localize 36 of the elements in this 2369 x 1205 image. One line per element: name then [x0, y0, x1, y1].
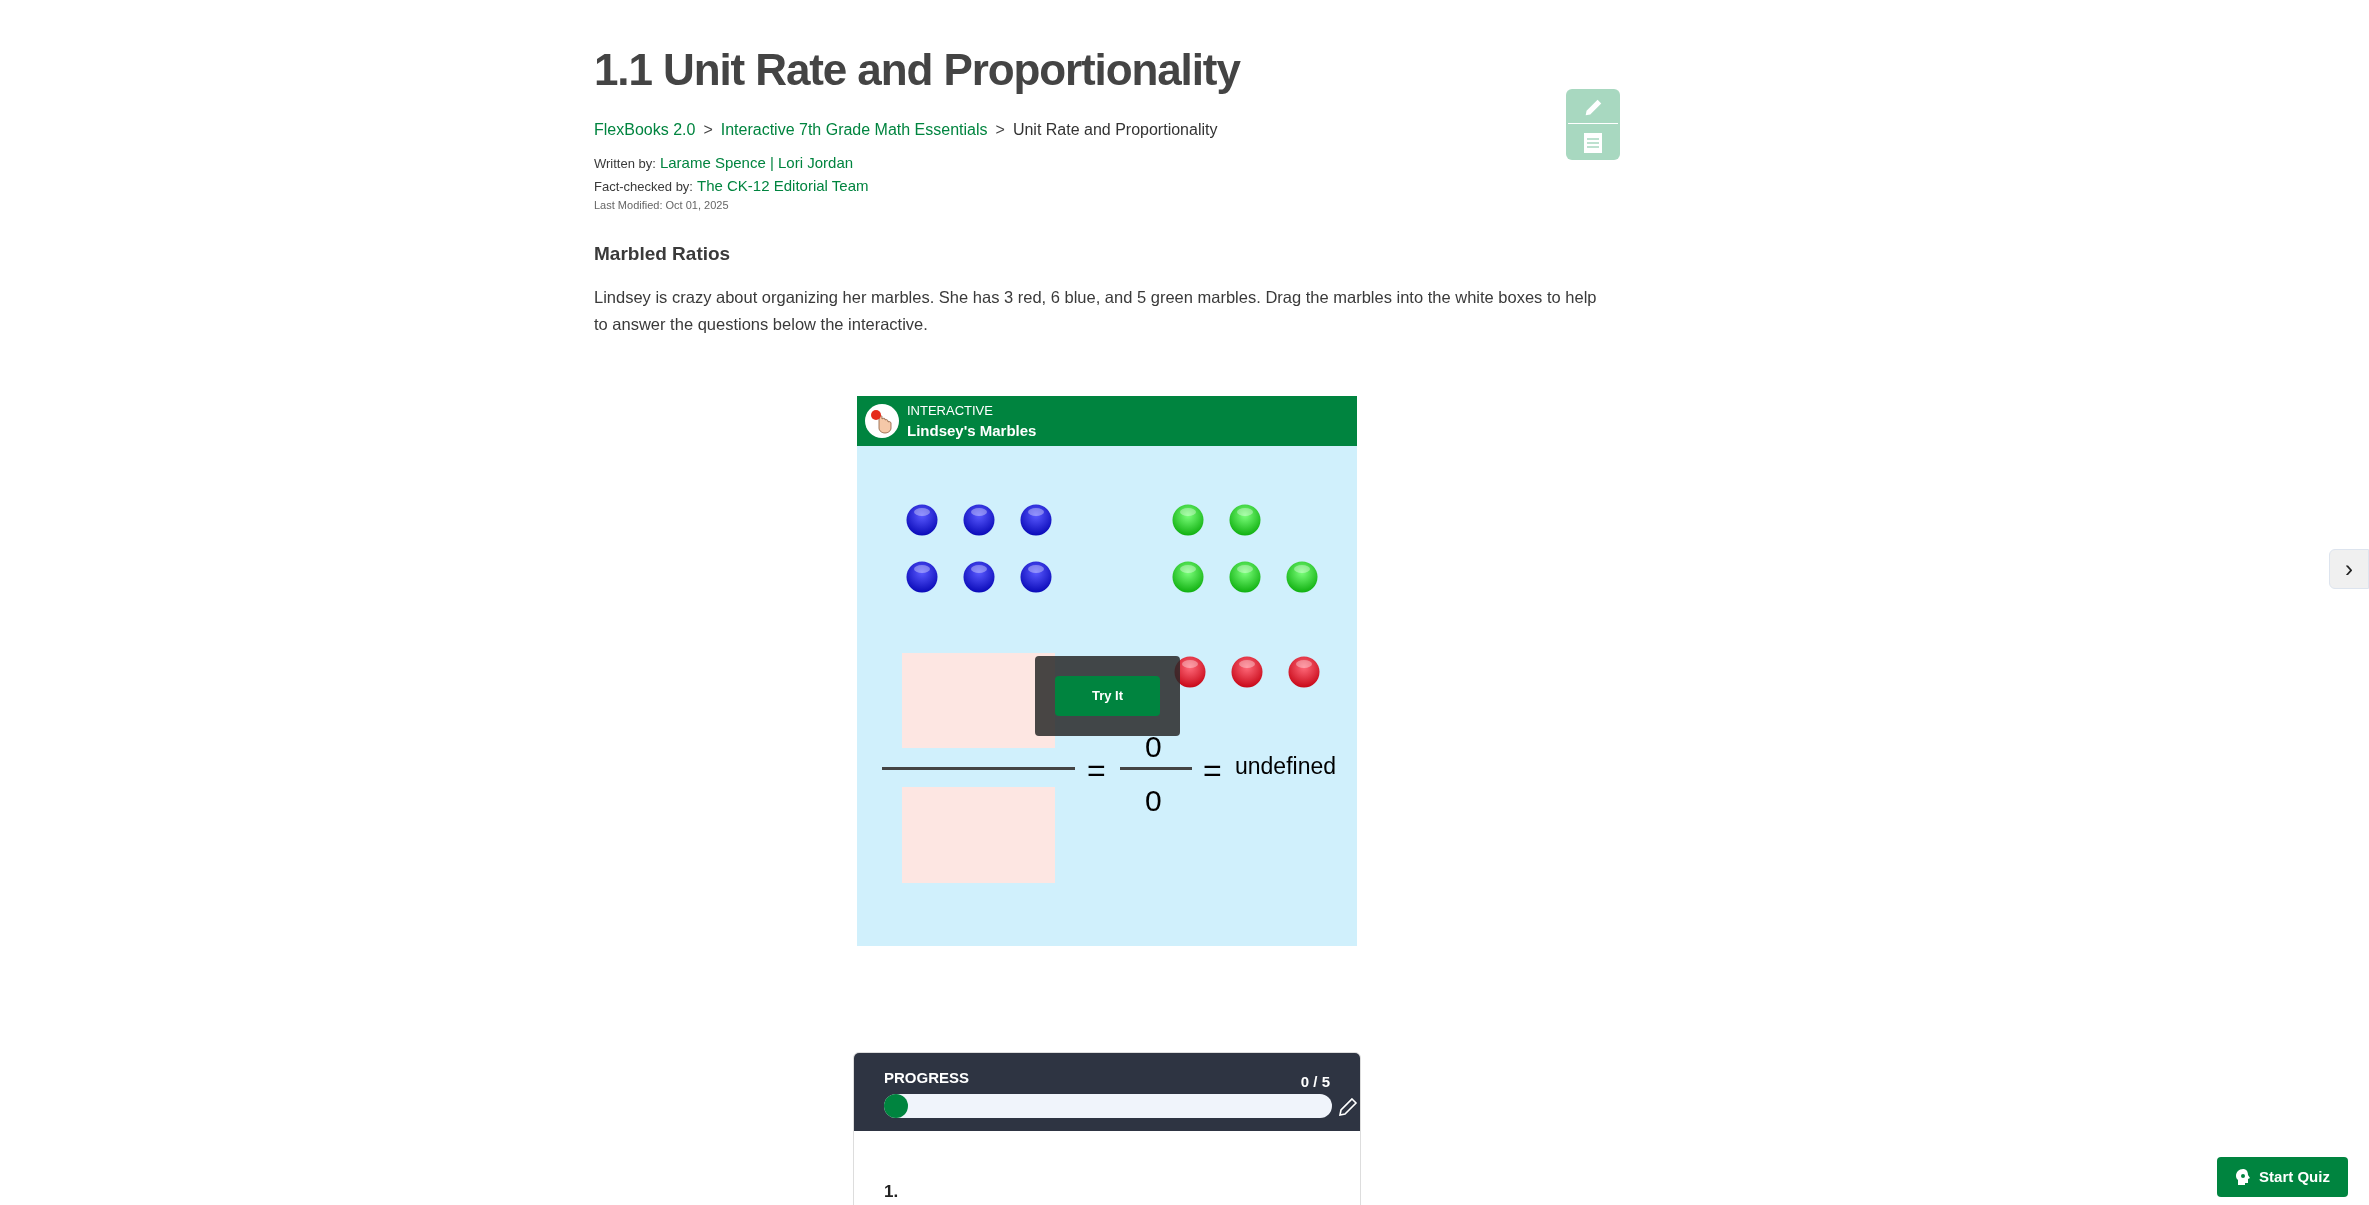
fraction-bar	[1120, 767, 1192, 770]
marble[interactable]	[963, 504, 995, 536]
interactive-title: Lindsey's Marbles	[907, 421, 1037, 441]
breadcrumb-link[interactable]: Interactive 7th Grade Math Essentials	[720, 118, 988, 142]
next-arrow-button[interactable]: ›	[2329, 549, 2369, 589]
equals-sign: =	[1203, 751, 1222, 790]
byline-label: Written by:	[594, 155, 656, 173]
marble[interactable]	[906, 561, 938, 593]
interactive-tag: INTERACTIVE	[907, 401, 1037, 421]
pencil-icon[interactable]	[1338, 1097, 1358, 1117]
author-link[interactable]: Larame Spence | Lori Jordan	[659, 152, 854, 175]
marble[interactable]	[1020, 504, 1052, 536]
breadcrumb-current: Unit Rate and Proportionality	[1012, 120, 1218, 140]
breadcrumb-separator: >	[995, 120, 1005, 140]
equals-sign: =	[1087, 751, 1106, 790]
editorial-team-link[interactable]: The CK-12 Editorial Team	[697, 174, 869, 197]
last-modified: Last Modified: Oct 01, 2025	[594, 198, 730, 213]
fact-check-label: Fact-checked by:	[594, 177, 693, 196]
marble[interactable]	[1020, 561, 1052, 593]
page-title: 1.1 Unit Rate and Proportionality	[594, 44, 1242, 96]
marble[interactable]	[963, 561, 995, 593]
numerator-value: 0	[1145, 729, 1162, 765]
result-value: undefined	[1235, 752, 1337, 781]
tap-icon	[865, 404, 899, 438]
marble[interactable]	[906, 504, 938, 536]
head-icon	[2235, 1168, 2252, 1186]
question-number: 1.	[884, 1182, 899, 1201]
breadcrumb-separator: >	[703, 120, 713, 140]
progress-count: 0 / 5	[1300, 1072, 1330, 1092]
intro-paragraph: Lindsey is crazy about organizing her marbles. She has 3 red, 6 blue, and 5 green marbles. Drag the marbles into the white boxes to help to answer the questions below the interactive.	[594, 287, 1598, 335]
denominator-value: 0	[1145, 783, 1162, 819]
progress-label: PROGRESS	[884, 1068, 970, 1088]
try-it-button[interactable]: Try It	[1055, 676, 1160, 716]
section-heading: Marbled Ratios	[594, 241, 732, 266]
breadcrumb-link[interactable]: FlexBooks 2.0	[594, 118, 696, 142]
start-quiz-button[interactable]: Start Quiz	[2217, 1157, 2348, 1197]
